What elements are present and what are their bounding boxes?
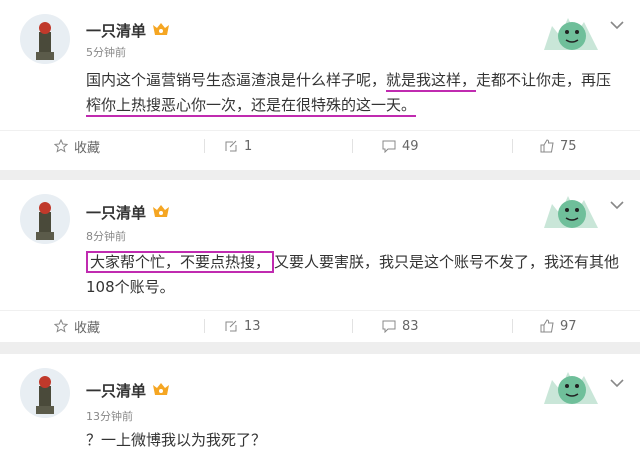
favorite-label: 收藏 xyxy=(74,140,101,156)
post-text: ？一上微博我以为我死了？ xyxy=(86,428,626,453)
repost-button[interactable]: 13 xyxy=(224,311,261,341)
highlighted-text: 就是我这样， xyxy=(386,71,477,92)
comment-count: 83 xyxy=(402,318,419,334)
chevron-down-icon[interactable] xyxy=(610,20,624,30)
highlighted-text: 大家帮个忙，不要点热搜， xyxy=(86,251,275,273)
favorite-label: 收藏 xyxy=(74,320,101,336)
divider xyxy=(352,319,353,333)
post-text-part: ？一上微博我以为我死了？ xyxy=(86,431,267,449)
divider xyxy=(204,319,205,333)
like-icon xyxy=(540,139,554,153)
repost-icon xyxy=(225,140,237,152)
repost-count: 13 xyxy=(244,318,261,334)
post-text-part: 国内这个逼营销号生态逼渣浪是什么样子呢， xyxy=(86,71,387,89)
post-text: 大家帮个忙，不要点热搜， 又要人要害朕，我只是这个账号不发了，我还有其他 108个… xyxy=(86,250,626,300)
vip-badge-icon xyxy=(153,205,169,217)
comment-icon xyxy=(382,140,396,153)
author-name[interactable]: 一只清单 xyxy=(86,20,146,41)
like-button[interactable]: 97 xyxy=(540,311,577,341)
vip-badge-icon xyxy=(153,383,169,395)
divider xyxy=(512,319,513,333)
star-icon xyxy=(54,139,68,153)
divider xyxy=(204,139,205,153)
like-button[interactable]: 75 xyxy=(540,131,577,161)
repost-button[interactable]: 1 xyxy=(224,131,252,161)
comment-button[interactable]: 49 xyxy=(382,131,419,161)
highlighted-text: 榨你上热搜恶心你一次， xyxy=(86,96,252,117)
avatar[interactable] xyxy=(20,368,70,418)
weibo-post: 一只清单 13分钟前 ？一上微博我以为我死了？ xyxy=(0,354,640,464)
repost-icon xyxy=(225,320,237,332)
comment-icon xyxy=(382,320,396,333)
vip-badge-icon xyxy=(153,23,169,35)
like-icon xyxy=(540,319,554,333)
favorite-button[interactable]: 收藏 xyxy=(54,131,100,161)
comment-button[interactable]: 83 xyxy=(382,311,419,341)
post-time[interactable]: 8分钟前 xyxy=(86,228,126,244)
favorite-button[interactable]: 收藏 xyxy=(54,311,100,341)
highlighted-text: 还是在很特殊的这一天。 xyxy=(251,96,417,117)
weibo-post: 一只清单 5分钟前 国内这个逼营销号生态逼渣浪是什么样子呢，就是我这样，走都不让… xyxy=(0,0,640,170)
post-actions: 收藏 1 49 75 xyxy=(0,130,640,161)
post-text-part: 又要人要害朕，我只是这个账号不发了，我还有其他 xyxy=(274,253,620,271)
mascot-sticker xyxy=(544,18,598,50)
mascot-sticker xyxy=(544,196,598,228)
like-count: 97 xyxy=(560,318,577,334)
chevron-down-icon[interactable] xyxy=(610,378,624,388)
like-count: 75 xyxy=(560,138,577,154)
avatar[interactable] xyxy=(20,194,70,244)
post-actions: 收藏 13 83 97 xyxy=(0,310,640,341)
avatar[interactable] xyxy=(20,14,70,64)
mascot-sticker xyxy=(544,372,598,404)
weibo-post: 一只清单 8分钟前 大家帮个忙，不要点热搜， 又要人要害朕，我只是这个账号不发了，… xyxy=(0,180,640,342)
divider xyxy=(512,139,513,153)
author-name[interactable]: 一只清单 xyxy=(86,202,146,223)
chevron-down-icon[interactable] xyxy=(610,200,624,210)
author-name[interactable]: 一只清单 xyxy=(86,380,146,401)
post-text-part: 108个账号。 xyxy=(86,278,175,296)
repost-count: 1 xyxy=(244,138,253,154)
post-text: 国内这个逼营销号生态逼渣浪是什么样子呢，就是我这样，走都不让你走，再压 榨你上热… xyxy=(86,68,626,118)
post-text-part: 走都不让你走，再压 xyxy=(476,71,612,89)
post-time[interactable]: 13分钟前 xyxy=(86,408,133,424)
comment-count: 49 xyxy=(402,138,419,154)
divider xyxy=(352,139,353,153)
post-time[interactable]: 5分钟前 xyxy=(86,44,126,60)
star-icon xyxy=(54,319,68,333)
